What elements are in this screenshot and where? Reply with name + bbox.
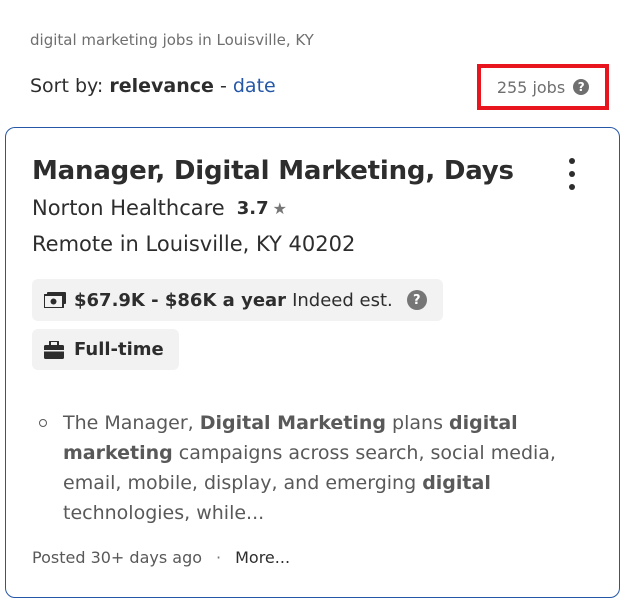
more-link[interactable]: More... [235, 548, 290, 567]
star-icon: ★ [272, 198, 287, 218]
job-location: Remote in Louisville, KY 40202 [32, 232, 356, 256]
bullet-icon [39, 419, 47, 427]
job-type-chip: Full-time [32, 329, 179, 370]
company-name[interactable]: Norton Healthcare [32, 196, 225, 220]
more-vertical-icon[interactable] [564, 158, 580, 190]
posted-date: Posted 30+ days ago [32, 548, 203, 567]
sort-date-link[interactable]: date [233, 75, 276, 97]
sort-row: Sort by: relevance - date [30, 75, 276, 97]
salary-value: $67.9K - $86K a year [74, 289, 287, 311]
sort-prefix: Sort by: [30, 75, 104, 97]
briefcase-icon [44, 340, 64, 359]
job-snippet: The Manager, Digital Marketing plans dig… [63, 412, 556, 524]
company-row: Norton Healthcare 3.7 ★ [32, 196, 287, 220]
job-type: Full-time [74, 339, 164, 360]
card-footer: Posted 30+ days ago · More... [32, 548, 290, 567]
question-icon[interactable]: ? [573, 79, 590, 95]
salary-chip: $67.9K - $86K a year Indeed est. ? [32, 279, 443, 321]
money-icon [44, 292, 66, 308]
footer-dot: · [216, 548, 222, 567]
question-icon[interactable]: ? [406, 290, 427, 310]
job-count-highlight: 255 jobs ? [477, 64, 609, 110]
company-rating: 3.7 [236, 197, 269, 219]
job-title[interactable]: Manager, Digital Marketing, Days [32, 156, 514, 186]
sort-relevance: relevance [109, 75, 214, 97]
sort-separator: - [219, 75, 227, 97]
job-count: 255 jobs [496, 77, 566, 97]
job-card[interactable]: Manager, Digital Marketing, Days Norton … [5, 127, 620, 598]
search-label: digital marketing jobs in Louisville, KY [30, 31, 314, 49]
salary-note: Indeed est. [292, 289, 393, 311]
